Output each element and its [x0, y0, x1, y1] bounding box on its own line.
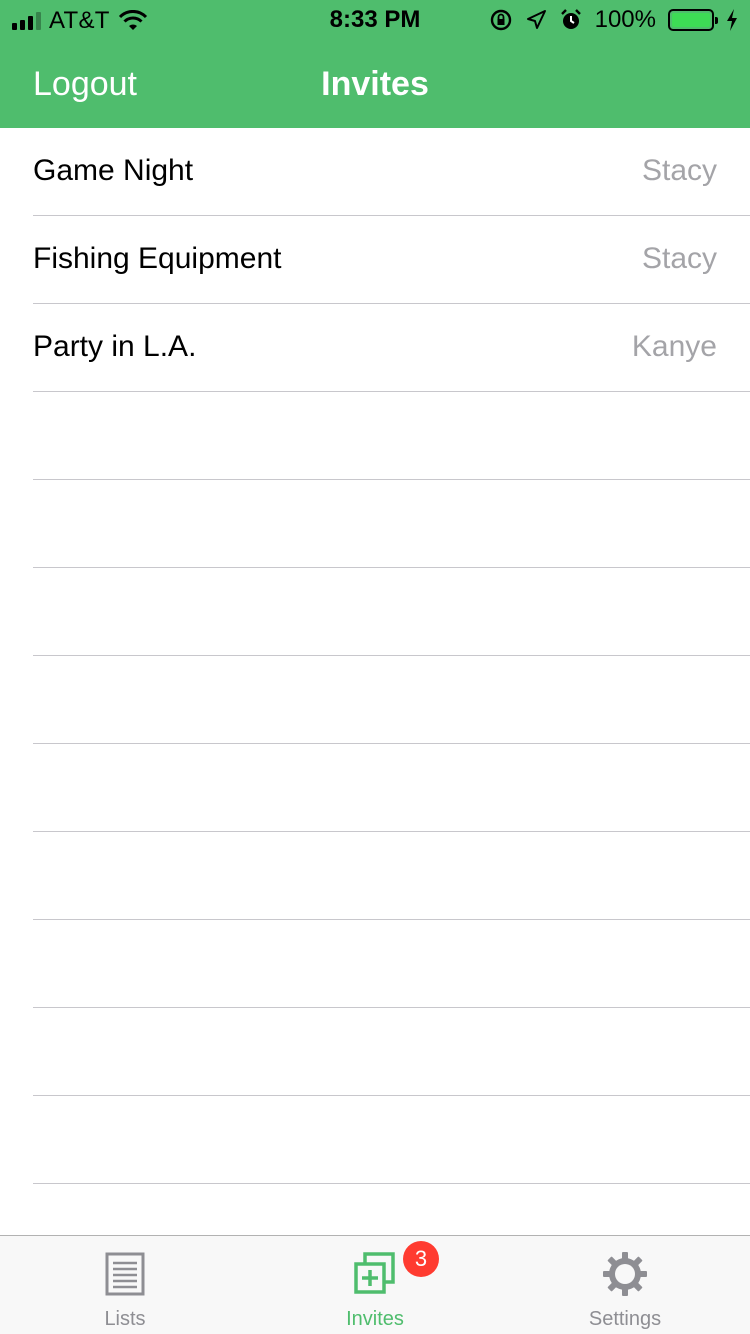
status-bar: AT&T 8:33 PM 100% [0, 0, 750, 40]
invite-owner: Kanye [631, 330, 717, 363]
empty-row [0, 568, 750, 656]
empty-row [0, 480, 750, 568]
list-item[interactable]: Party in L.A. Kanye [0, 304, 750, 392]
invite-owner: Stacy [641, 154, 717, 187]
tab-settings[interactable]: Settings [500, 1236, 750, 1334]
header: AT&T 8:33 PM 100% Logout Invites [0, 0, 750, 128]
tab-invites[interactable]: 3 Invites [250, 1236, 500, 1334]
invite-title: Party in L.A. [33, 330, 197, 363]
empty-row [0, 920, 750, 1008]
tab-lists-label: Lists [104, 1308, 146, 1330]
alarm-icon [560, 9, 581, 29]
list-icon [105, 1252, 145, 1296]
empty-row [0, 832, 750, 920]
empty-row [0, 744, 750, 832]
invites-icon [354, 1252, 395, 1294]
page-title: Invites [321, 65, 429, 103]
status-right: 100% [489, 6, 738, 34]
empty-row [0, 1096, 750, 1184]
empty-row [0, 656, 750, 744]
tab-invites-label: Invites [346, 1308, 404, 1330]
invites-badge: 3 [403, 1241, 439, 1277]
rotation-lock-icon [490, 9, 511, 31]
battery-percent: 100% [594, 6, 656, 33]
list-item[interactable]: Game Night Stacy [0, 128, 750, 216]
list-item[interactable]: Fishing Equipment Stacy [0, 216, 750, 304]
empty-row [0, 392, 750, 480]
location-icon [526, 10, 546, 29]
tab-lists[interactable]: Lists [0, 1236, 250, 1334]
tab-settings-label: Settings [588, 1308, 662, 1330]
battery-icon [668, 9, 718, 31]
invites-list: Game Night Stacy Fishing Equipment Stacy… [0, 128, 750, 1272]
empty-row [0, 1008, 750, 1096]
gear-icon [603, 1252, 647, 1296]
invite-owner: Stacy [641, 242, 717, 275]
invite-title: Game Night [33, 154, 194, 187]
charging-icon [727, 9, 737, 31]
navigation-bar: Logout Invites [0, 40, 750, 128]
invite-title: Fishing Equipment [33, 242, 282, 275]
tab-bar: Lists 3 Invites Settings [0, 1235, 750, 1334]
invites-screen: AT&T 8:33 PM 100% Logout Invites Game Ni… [0, 0, 750, 1334]
